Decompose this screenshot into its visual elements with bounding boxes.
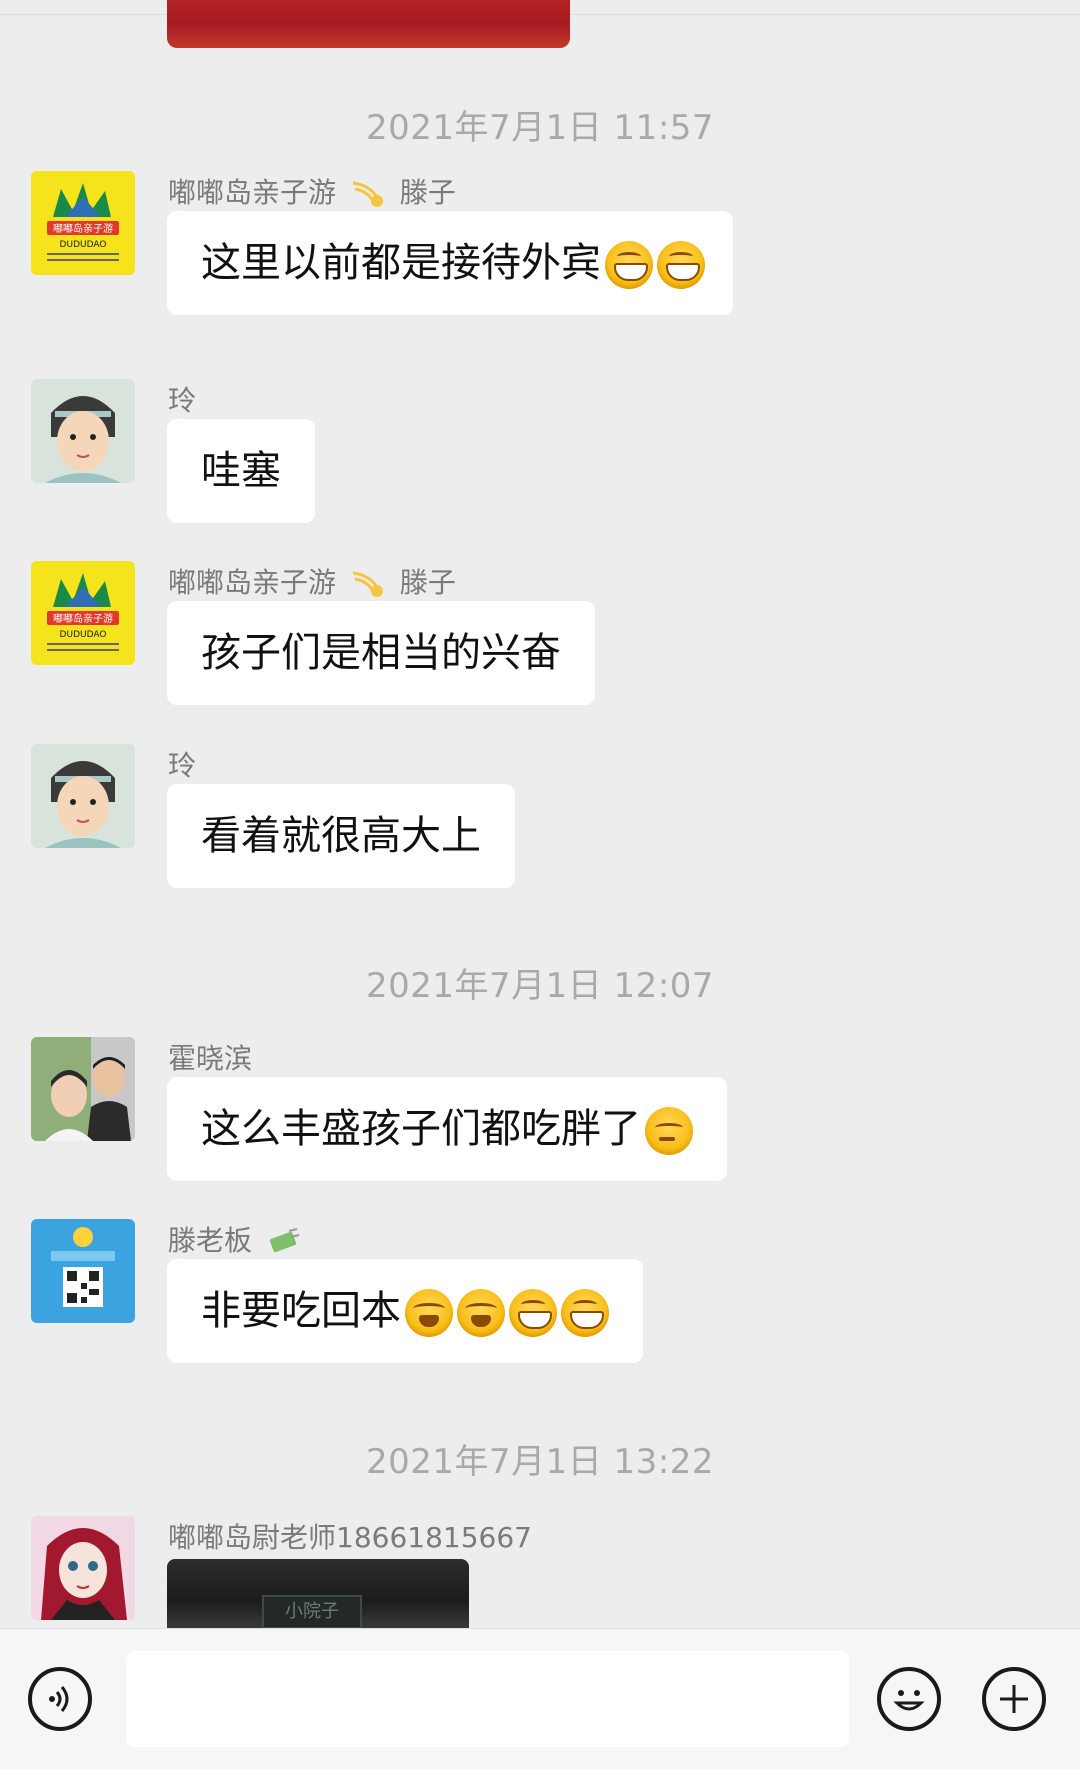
- timestamp: 2021年7月1日 12:07: [365, 966, 715, 1006]
- sender-name: 霍晓滨: [168, 1042, 253, 1075]
- svg-text:嘟嘟岛亲子游: 嘟嘟岛亲子游: [53, 222, 113, 235]
- sender-name: 嘟嘟岛亲子游 滕子: [168, 176, 456, 209]
- message-bubble[interactable]: 这里以前都是接待外宾: [167, 211, 733, 315]
- comet-icon: [351, 179, 385, 209]
- laugh-cry-emoji-icon: [405, 1289, 453, 1337]
- avatar[interactable]: [31, 1516, 135, 1620]
- image-message-partial[interactable]: 小院子: [167, 1559, 469, 1628]
- sender-name: 嘟嘟岛亲子游 滕子: [168, 566, 456, 599]
- image-sign: 小院子: [262, 1595, 362, 1628]
- image-message-partial[interactable]: [167, 0, 570, 48]
- voice-button[interactable]: [28, 1667, 92, 1731]
- avatar[interactable]: [31, 1037, 135, 1141]
- laugh-cry-emoji-icon: [457, 1289, 505, 1337]
- message-input[interactable]: [126, 1651, 849, 1747]
- emoji-button[interactable]: [877, 1667, 941, 1731]
- add-icon: [1000, 1685, 1028, 1713]
- message-bubble[interactable]: 这么丰盛孩子们都吃胖了: [167, 1077, 727, 1181]
- grin-emoji-icon: [509, 1289, 557, 1337]
- svg-text:嘟嘟岛亲子游: 嘟嘟岛亲子游: [53, 612, 113, 625]
- svg-text:DUDUDAO: DUDUDAO: [60, 240, 107, 250]
- grin-emoji-icon: [561, 1289, 609, 1337]
- message-bubble[interactable]: 看着就很高大上: [167, 784, 515, 888]
- timestamp: 2021年7月1日 13:22: [365, 1442, 715, 1482]
- money-icon: [267, 1227, 301, 1257]
- sender-name: 玲: [168, 384, 197, 417]
- sender-name: 滕老板: [168, 1219, 307, 1259]
- sender-name: 玲: [168, 749, 197, 782]
- avatar[interactable]: [31, 1219, 135, 1323]
- grin-emoji-icon: [657, 241, 705, 289]
- timestamp: 2021年7月1日 11:57: [365, 108, 715, 148]
- voice-icon: [49, 1686, 69, 1712]
- message-bubble[interactable]: 非要吃回本: [167, 1259, 643, 1363]
- sender-name: 嘟嘟岛尉老师18661815667: [168, 1521, 532, 1554]
- avatar[interactable]: [31, 379, 135, 483]
- svg-text:DUDUDAO: DUDUDAO: [60, 630, 107, 640]
- message-bubble[interactable]: 孩子们是相当的兴奋: [167, 601, 595, 705]
- input-bar: [0, 1628, 1080, 1769]
- thinking-emoji-icon: [645, 1107, 693, 1155]
- emoji-icon: [893, 1690, 925, 1711]
- message-bubble[interactable]: 哇塞: [167, 419, 315, 523]
- grin-emoji-icon: [605, 241, 653, 289]
- comet-icon: [351, 569, 385, 599]
- avatar[interactable]: [31, 744, 135, 848]
- avatar[interactable]: 嘟嘟岛亲子游 DUDUDAO: [31, 561, 135, 665]
- avatar[interactable]: 嘟嘟岛亲子游 DUDUDAO: [31, 171, 135, 275]
- add-button[interactable]: [982, 1667, 1046, 1731]
